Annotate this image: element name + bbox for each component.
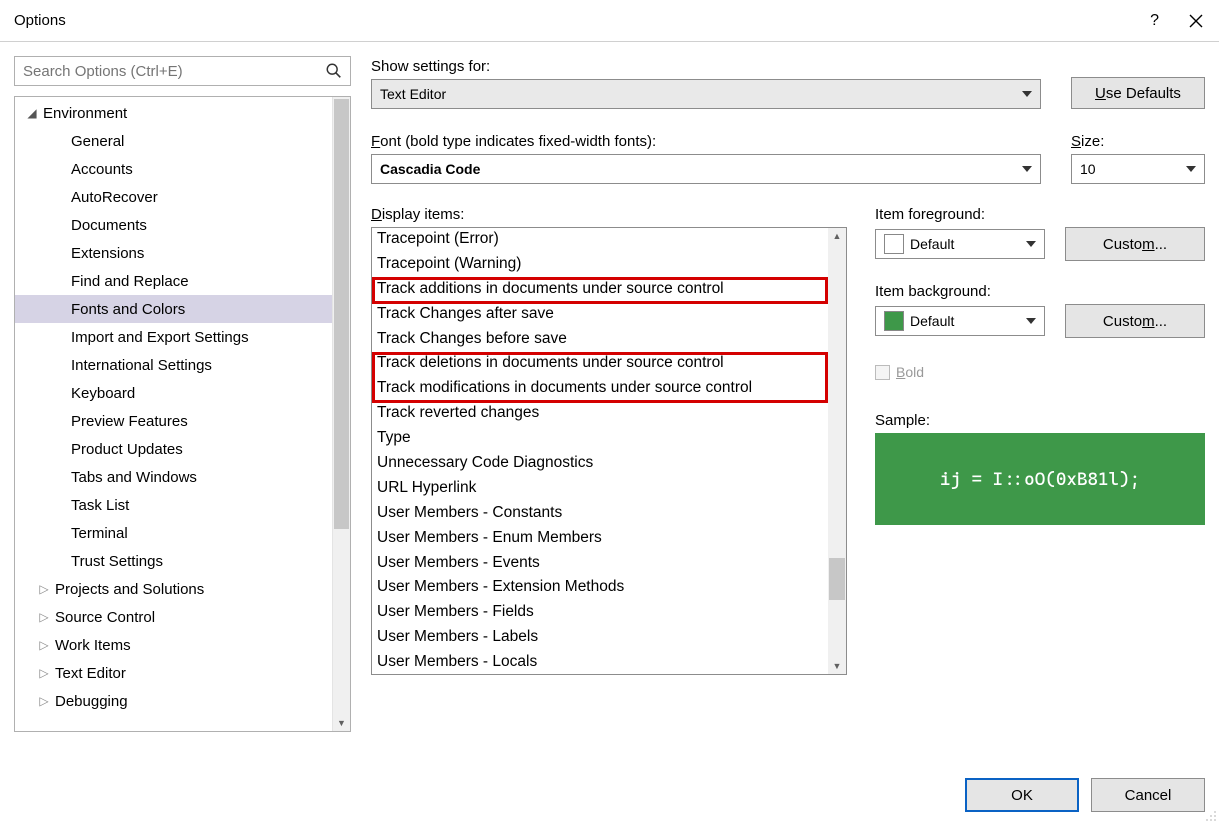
display-items-label: Display items: xyxy=(371,206,847,223)
size-label: Size: xyxy=(1071,133,1205,150)
chevron-down-icon: ◢ xyxy=(21,106,43,120)
tree-item[interactable]: Import and Export Settings xyxy=(15,323,350,351)
tree-item[interactable]: Task List xyxy=(15,491,350,519)
tree-item[interactable]: Extensions xyxy=(15,239,350,267)
combo-value: Text Editor xyxy=(380,86,446,102)
item-background-label: Item background: xyxy=(875,283,1205,300)
tree-item[interactable]: General xyxy=(15,127,350,155)
display-items-list[interactable]: Tracepoint (Error)Tracepoint (Warning)Tr… xyxy=(371,227,847,675)
list-item[interactable]: User Members - Events xyxy=(372,552,828,577)
combo-value: Default xyxy=(910,236,954,252)
item-foreground-combo[interactable]: Default xyxy=(875,229,1045,259)
chevron-down-icon xyxy=(1020,307,1042,335)
help-icon[interactable]: ? xyxy=(1150,12,1159,30)
chevron-down-icon xyxy=(1016,80,1038,108)
font-combo[interactable]: Cascadia Code xyxy=(371,154,1041,184)
scroll-thumb[interactable] xyxy=(829,558,845,600)
title-bar: Options ? xyxy=(0,0,1219,42)
chevron-right-icon: ▷ xyxy=(33,582,55,596)
tree-node[interactable]: ▷Source Control xyxy=(15,603,350,631)
combo-value: Default xyxy=(910,313,954,329)
close-icon[interactable] xyxy=(1189,14,1203,28)
tree-item[interactable]: Keyboard xyxy=(15,379,350,407)
list-item[interactable]: Tracepoint (Error) xyxy=(372,228,828,253)
tree-item[interactable]: Trust Settings xyxy=(15,547,350,575)
list-item[interactable]: Track additions in documents under sourc… xyxy=(372,278,828,303)
combo-value: 10 xyxy=(1080,161,1096,177)
cancel-button[interactable]: Cancel xyxy=(1091,778,1205,812)
tree-item[interactable]: Terminal xyxy=(15,519,350,547)
search-icon[interactable] xyxy=(324,61,344,81)
chevron-right-icon: ▷ xyxy=(33,610,55,624)
combo-value: Cascadia Code xyxy=(380,161,480,177)
foreground-swatch xyxy=(884,234,904,254)
item-foreground-label: Item foreground: xyxy=(875,206,1205,223)
tree-node-environment[interactable]: ◢ Environment xyxy=(15,99,350,127)
size-combo[interactable]: 10 xyxy=(1071,154,1205,184)
list-item[interactable]: Track modifications in documents under s… xyxy=(372,377,828,402)
list-item[interactable]: Unnecessary Code Diagnostics xyxy=(372,452,828,477)
list-item[interactable]: Tracepoint (Warning) xyxy=(372,253,828,278)
bold-checkbox: Bold xyxy=(875,364,1205,380)
scroll-down-icon[interactable]: ▼ xyxy=(337,718,346,728)
tree-node[interactable]: ▷Work Items xyxy=(15,631,350,659)
tree-item[interactable]: Accounts xyxy=(15,155,350,183)
list-item[interactable]: User Members - Labels xyxy=(372,626,828,651)
chevron-down-icon xyxy=(1020,230,1042,258)
scroll-up-icon[interactable]: ▲ xyxy=(833,231,842,241)
tree-item[interactable]: Preview Features xyxy=(15,407,350,435)
scroll-thumb[interactable] xyxy=(334,99,349,529)
list-item[interactable]: Track Changes after save xyxy=(372,303,828,328)
checkbox-icon xyxy=(875,365,890,380)
chevron-right-icon: ▷ xyxy=(33,694,55,708)
custom-background-button[interactable]: Custom... xyxy=(1065,304,1205,338)
list-item[interactable]: User Members - Fields xyxy=(372,601,828,626)
list-item[interactable]: User Members - Extension Methods xyxy=(372,576,828,601)
tree-item[interactable]: Find and Replace xyxy=(15,267,350,295)
chevron-right-icon: ▷ xyxy=(33,666,55,680)
custom-foreground-button[interactable]: Custom... xyxy=(1065,227,1205,261)
list-item[interactable]: Track deletions in documents under sourc… xyxy=(372,352,828,377)
list-item[interactable]: URL Hyperlink xyxy=(372,477,828,502)
resize-grip-icon[interactable] xyxy=(1201,806,1217,822)
chevron-right-icon: ▷ xyxy=(33,638,55,652)
options-tree[interactable]: ◢ Environment GeneralAccountsAutoRecover… xyxy=(14,96,351,732)
list-item[interactable]: Track reverted changes xyxy=(372,402,828,427)
list-item[interactable]: Type xyxy=(372,427,828,452)
search-input-wrapper xyxy=(14,56,351,86)
show-settings-label: Show settings for: xyxy=(371,58,1041,75)
tree-item[interactable]: Product Updates xyxy=(15,435,350,463)
tree-node-label: Environment xyxy=(43,105,127,122)
show-settings-combo[interactable]: Text Editor xyxy=(371,79,1041,109)
tree-item[interactable]: AutoRecover xyxy=(15,183,350,211)
list-item[interactable]: User Members - Enum Members xyxy=(372,527,828,552)
sample-text: ij = I::oO(0xB81l); xyxy=(940,469,1140,490)
tree-node[interactable]: ▷Projects and Solutions xyxy=(15,575,350,603)
sample-preview: ij = I::oO(0xB81l); xyxy=(875,433,1205,525)
tree-item[interactable]: Fonts and Colors xyxy=(15,295,350,323)
tree-item[interactable]: Tabs and Windows xyxy=(15,463,350,491)
tree-node[interactable]: ▷Debugging xyxy=(15,687,350,715)
tree-node[interactable]: ▷Text Editor xyxy=(15,659,350,687)
chevron-down-icon xyxy=(1180,155,1202,183)
background-swatch xyxy=(884,311,904,331)
ok-button[interactable]: OK xyxy=(965,778,1079,812)
chevron-down-icon xyxy=(1016,155,1038,183)
list-item[interactable]: User Members - Locals xyxy=(372,651,828,675)
list-item[interactable]: User Members - Constants xyxy=(372,502,828,527)
list-scrollbar[interactable]: ▲ ▼ xyxy=(828,228,846,674)
tree-scrollbar[interactable]: ▲ ▼ xyxy=(332,97,350,731)
use-defaults-button[interactable]: Use Defaults xyxy=(1071,77,1205,109)
sample-label: Sample: xyxy=(875,412,1205,429)
item-background-combo[interactable]: Default xyxy=(875,306,1045,336)
font-label: Font (bold type indicates fixed-width fo… xyxy=(371,133,1041,150)
search-input[interactable] xyxy=(15,57,350,85)
tree-item[interactable]: International Settings xyxy=(15,351,350,379)
scroll-down-icon[interactable]: ▼ xyxy=(833,661,842,671)
window-title: Options xyxy=(14,12,66,29)
list-item[interactable]: Track Changes before save xyxy=(372,328,828,353)
tree-item[interactable]: Documents xyxy=(15,211,350,239)
